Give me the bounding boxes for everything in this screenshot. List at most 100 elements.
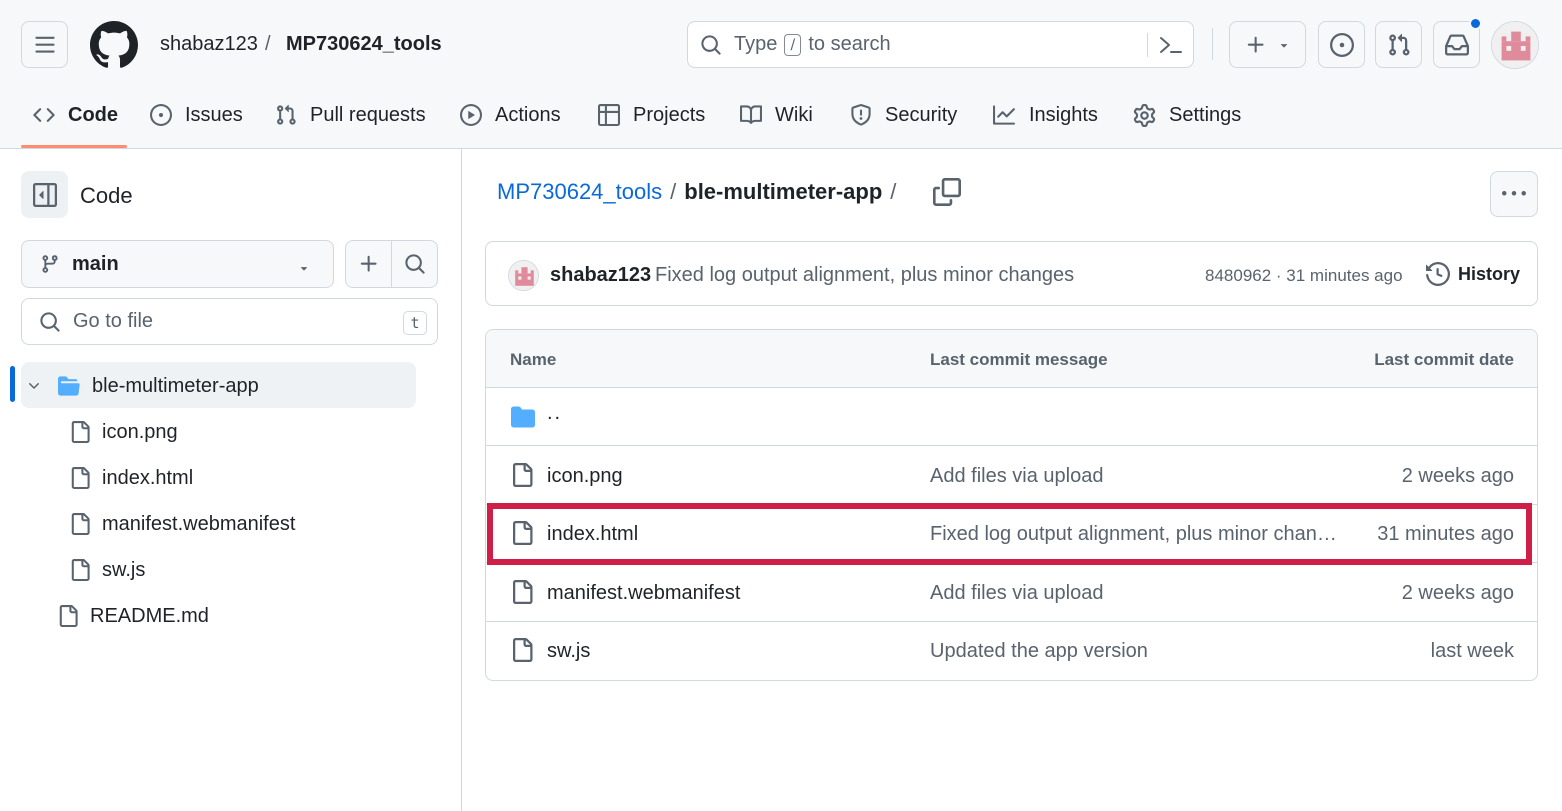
tab-code-label: Code (68, 103, 118, 126)
command-palette-icon[interactable] (1158, 33, 1184, 57)
tree-selected-indicator (10, 366, 15, 402)
table-row-parent-directory[interactable]: .. (486, 388, 1537, 446)
commit-date: 2 weeks ago (1401, 465, 1514, 487)
graph-icon (993, 105, 1015, 125)
tab-insights-label: Insights (1029, 103, 1098, 126)
your-pull-requests-button[interactable] (1375, 21, 1422, 68)
owner-repo-separator: / (265, 33, 271, 55)
parent-directory-link[interactable]: .. (547, 402, 562, 425)
go-to-file-shortcut-key: t (403, 311, 427, 335)
file-name-link[interactable]: index.html (547, 523, 638, 546)
tree-item-label: index.html (102, 466, 194, 489)
branch-selector[interactable]: main (21, 240, 334, 288)
triangle-down-icon (1280, 43, 1287, 48)
tab-security[interactable]: Security (850, 96, 957, 134)
commit-message-link[interactable]: Fixed log output alignment, plus minor c… (655, 264, 1074, 287)
file-name-link[interactable]: manifest.webmanifest (547, 582, 740, 605)
search-shortcut-key: / (784, 33, 802, 56)
tree-item-ble-multimeter-app[interactable]: ble-multimeter-app (26, 371, 259, 401)
file-name-link[interactable]: icon.png (547, 465, 623, 488)
commit-date: last week (1430, 640, 1514, 662)
file-actions-group (345, 240, 438, 288)
commit-author-avatar[interactable] (508, 260, 539, 291)
tab-wiki[interactable]: Wiki (740, 96, 813, 134)
file-name-link[interactable]: sw.js (547, 640, 590, 663)
commit-message-link[interactable]: Fixed log output alignment, plus minor c… (930, 523, 1344, 546)
breadcrumb-root-link[interactable]: MP730624_tools (497, 179, 662, 205)
user-avatar[interactable] (1491, 21, 1539, 69)
tree-item-sw-js[interactable]: sw.js (69, 555, 145, 585)
copy-icon (933, 178, 961, 206)
shield-icon (851, 104, 871, 126)
search-code-button[interactable] (391, 241, 437, 287)
history-button[interactable]: History (1426, 262, 1520, 286)
your-issues-button[interactable] (1318, 21, 1365, 68)
book-icon (740, 105, 762, 124)
kebab-horizontal-icon (1502, 191, 1526, 196)
copy-path-button[interactable] (933, 178, 961, 206)
table-row[interactable]: sw.js Updated the app version last week (486, 622, 1537, 680)
owner-link[interactable]: shabaz123 (160, 33, 258, 56)
tree-item-readme-md[interactable]: README.md (57, 601, 209, 631)
collapse-sidebar-button[interactable] (21, 171, 68, 218)
tab-projects-label: Projects (633, 103, 706, 126)
tab-projects[interactable]: Projects (598, 96, 705, 134)
tab-issues-label: Issues (185, 103, 243, 126)
tab-actions[interactable]: Actions (460, 96, 561, 134)
chevron-down-icon[interactable] (26, 378, 42, 394)
tab-settings-label: Settings (1169, 103, 1242, 126)
tree-item-label: ble-multimeter-app (92, 374, 259, 397)
tab-settings[interactable]: Settings (1133, 96, 1241, 134)
file-icon (513, 580, 533, 604)
tree-item-icon-png[interactable]: icon.png (69, 417, 178, 447)
commit-message-link[interactable]: Add files via upload (930, 465, 1344, 488)
create-new-button[interactable] (1229, 21, 1306, 68)
table-row[interactable]: manifest.webmanifest Add files via uploa… (486, 564, 1537, 622)
commit-sha-and-time[interactable]: 8480962 · 31 minutes ago (1205, 266, 1403, 286)
tree-item-label: sw.js (102, 558, 146, 581)
tab-code[interactable]: Code (33, 96, 118, 134)
breadcrumb-current: ble-multimeter-app (684, 179, 883, 204)
github-logo-icon[interactable] (90, 21, 138, 69)
search-input[interactable]: Type / to search (687, 21, 1194, 68)
gear-icon (1133, 103, 1156, 127)
tab-wiki-label: Wiki (775, 103, 813, 126)
tab-pull-requests[interactable]: Pull requests (275, 96, 426, 134)
search-divider (1147, 33, 1148, 57)
commit-author-link[interactable]: shabaz123 (550, 264, 651, 287)
tab-insights[interactable]: Insights (992, 96, 1098, 134)
repo-link[interactable]: MP730624_tools (286, 33, 442, 56)
breadcrumb-separator: / (670, 179, 677, 204)
menu-button[interactable] (21, 21, 68, 68)
table-header: Name Last commit message Last commit dat… (486, 330, 1537, 388)
header-last-commit-date: Last commit date (1374, 350, 1514, 369)
commit-message-link[interactable]: Add files via upload (930, 582, 1344, 605)
tree-item-index-html[interactable]: index.html (69, 463, 193, 493)
file-icon (513, 638, 533, 662)
table-icon (598, 104, 620, 126)
git-branch-icon (42, 255, 58, 273)
tree-item-label: manifest.webmanifest (102, 512, 296, 535)
tree-item-manifest-webmanifest[interactable]: manifest.webmanifest (69, 509, 295, 539)
table-row[interactable]: index.html Fixed log output alignment, p… (486, 505, 1537, 563)
branch-name: main (72, 252, 119, 275)
tree-item-label: README.md (90, 604, 209, 627)
file-icon (71, 421, 90, 443)
git-pull-request-icon (1388, 33, 1410, 56)
go-to-file-input[interactable]: Go to file t (21, 298, 438, 345)
commit-message-link[interactable]: Updated the app version (930, 640, 1344, 663)
issue-opened-icon (1329, 32, 1354, 57)
search-prefix: Type (734, 33, 778, 55)
plus-icon (360, 255, 377, 272)
more-options-button[interactable] (1490, 171, 1538, 217)
history-label: History (1458, 263, 1521, 284)
add-file-button[interactable] (346, 241, 391, 287)
commit-date: 2 weeks ago (1401, 582, 1514, 604)
tab-issues[interactable]: Issues (150, 96, 243, 134)
file-icon (513, 463, 533, 487)
table-row[interactable]: icon.png Add files via upload 2 weeks ag… (486, 447, 1537, 505)
unread-notification-dot (1469, 17, 1482, 30)
plus-icon (1247, 36, 1264, 53)
search-icon (701, 34, 721, 55)
file-icon (513, 521, 533, 545)
